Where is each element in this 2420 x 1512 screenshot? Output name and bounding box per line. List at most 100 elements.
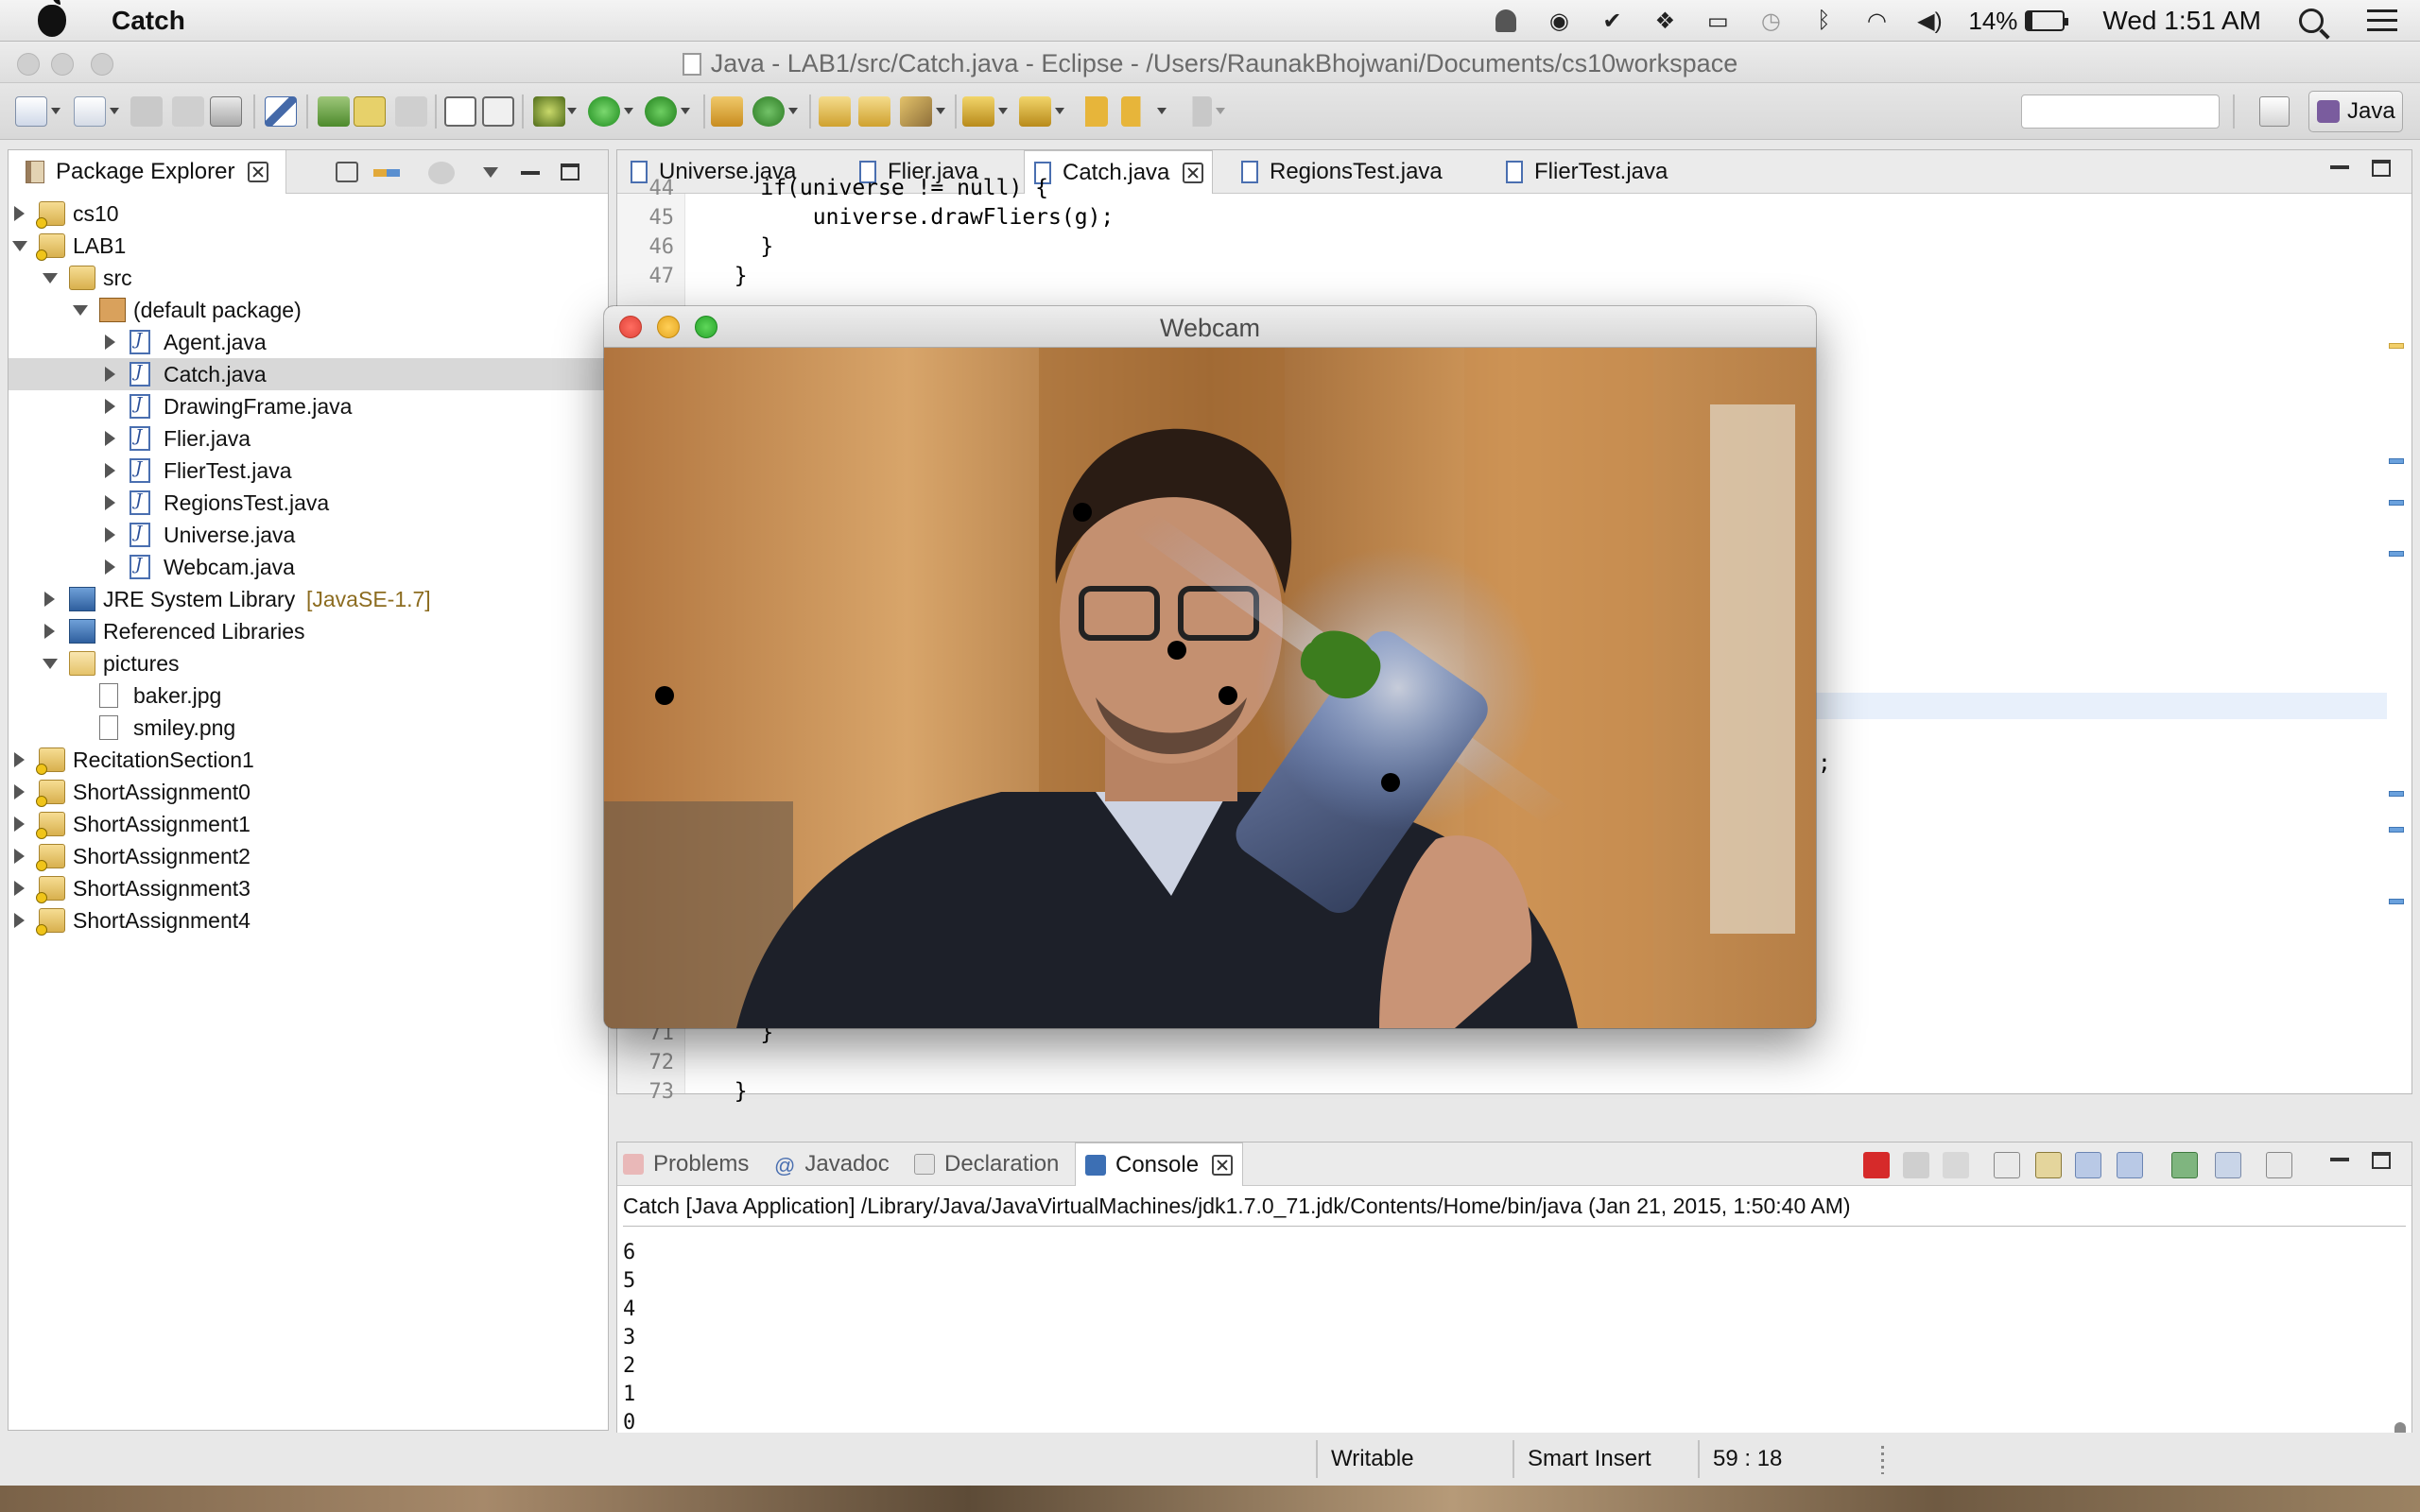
spotlight-icon[interactable]: [2299, 9, 2324, 33]
expand-arrow-icon[interactable]: [105, 335, 115, 350]
tree-item-fliertest-java[interactable]: FlierTest.java: [9, 455, 608, 487]
last-edit-location-icon[interactable]: [1076, 96, 1108, 127]
show-console-stdout-icon[interactable]: [2075, 1152, 2101, 1178]
maximize-console-icon[interactable]: [2372, 1152, 2391, 1169]
focus-task-icon[interactable]: [428, 162, 455, 184]
webcam-titlebar[interactable]: Webcam: [604, 306, 1816, 348]
tab-javadoc[interactable]: @ Javadoc: [774, 1143, 890, 1186]
open-perspective-icon[interactable]: [2259, 96, 2290, 127]
java-perspective-button[interactable]: Java: [2308, 91, 2403, 132]
expand-arrow-icon[interactable]: [105, 559, 115, 575]
show-whitespace-icon[interactable]: [444, 96, 476, 127]
tree-item-baker-jpg[interactable]: baker.jpg: [9, 679, 608, 712]
overview-marker[interactable]: [2389, 827, 2404, 833]
previous-edit-icon[interactable]: [1019, 96, 1051, 127]
tree-item-shortassignment3[interactable]: ShortAssignment3: [9, 872, 608, 904]
tree-item-lab1[interactable]: LAB1: [9, 230, 608, 262]
display-console-icon[interactable]: [2215, 1152, 2241, 1178]
new-class-dropdown-icon[interactable]: [788, 108, 798, 114]
battery-icon[interactable]: [2025, 10, 2069, 31]
tree-item-drawingframe-java[interactable]: DrawingFrame.java: [9, 390, 608, 422]
tree-item-webcam-java[interactable]: Webcam.java: [9, 551, 608, 583]
user-icon[interactable]: ◉: [1545, 7, 1573, 35]
code-line[interactable]: }: [708, 264, 748, 288]
expand-arrow-icon[interactable]: [14, 752, 25, 767]
expand-arrow-icon[interactable]: [44, 624, 55, 639]
apple-icon[interactable]: [38, 0, 66, 37]
tree-item-universe-java[interactable]: Universe.java: [9, 519, 608, 551]
view-menu-icon[interactable]: [483, 167, 498, 178]
close-console-icon[interactable]: [1212, 1154, 1234, 1176]
overview-marker[interactable]: [2389, 899, 2404, 904]
collapse-all-icon[interactable]: [336, 162, 358, 182]
tree-item-cs10[interactable]: cs10: [9, 198, 608, 230]
collapse-arrow-icon[interactable]: [43, 659, 58, 669]
expand-arrow-icon[interactable]: [14, 816, 25, 832]
show-console-stderr-icon[interactable]: [2117, 1152, 2143, 1178]
time-machine-icon[interactable]: ◷: [1756, 7, 1785, 35]
dropbox-icon[interactable]: ❖: [1651, 7, 1679, 35]
tree-item-shortassignment4[interactable]: ShortAssignment4: [9, 904, 608, 936]
check-icon[interactable]: ✔: [1598, 7, 1626, 35]
tree-item-catch-java[interactable]: Catch.java: [9, 358, 608, 390]
scroll-lock-icon[interactable]: [2035, 1152, 2062, 1178]
maximize-editor-icon[interactable]: [2372, 160, 2391, 177]
search-tool-icon[interactable]: [900, 96, 932, 127]
close-tab-icon[interactable]: [1183, 162, 1204, 183]
expand-arrow-icon[interactable]: [14, 849, 25, 864]
new-java-project-icon[interactable]: [711, 96, 743, 127]
overview-marker[interactable]: [2389, 551, 2404, 557]
tab-package-explorer[interactable]: Package Explorer: [9, 150, 287, 194]
overview-warning-marker[interactable]: [2389, 343, 2404, 349]
debug-dropdown-icon[interactable]: [567, 108, 577, 114]
tab-regionstest-java[interactable]: RegionsTest.java: [1232, 150, 1496, 194]
wifi-icon[interactable]: ◠: [1862, 7, 1891, 35]
clear-console-icon[interactable]: [1994, 1152, 2020, 1178]
new-dropdown-icon[interactable]: [51, 108, 60, 114]
collapse-arrow-icon[interactable]: [12, 241, 27, 251]
tree-item-recitationsection1[interactable]: RecitationSection1: [9, 744, 608, 776]
tab-problems[interactable]: Problems: [623, 1143, 749, 1186]
next-edit-icon[interactable]: [962, 96, 994, 127]
new-icon[interactable]: [15, 96, 47, 127]
forward-dropdown-icon[interactable]: [1216, 108, 1225, 114]
tree-item-agent-java[interactable]: Agent.java: [9, 326, 608, 358]
minimize-editor-icon[interactable]: [2330, 165, 2349, 169]
expand-arrow-icon[interactable]: [105, 527, 115, 542]
tree-item-smiley-png[interactable]: smiley.png: [9, 712, 608, 744]
tab-fliertest-java[interactable]: FlierTest.java: [1496, 150, 1761, 194]
code-line[interactable]: }: [708, 1079, 748, 1104]
code-line[interactable]: }: [708, 234, 773, 259]
open-folder-icon[interactable]: [858, 96, 890, 127]
tree-item-regionstest-java[interactable]: RegionsTest.java: [9, 487, 608, 519]
overview-marker[interactable]: [2389, 458, 2404, 464]
tree-item-jre-system-library[interactable]: JRE System Library [JavaSE-1.7]: [9, 583, 608, 615]
debug-as-icon[interactable]: [533, 96, 565, 127]
tree-item-shortassignment1[interactable]: ShortAssignment1: [9, 808, 608, 840]
open-type-icon[interactable]: [819, 96, 851, 127]
expand-arrow-icon[interactable]: [14, 881, 25, 896]
overview-marker[interactable]: [2389, 791, 2404, 797]
save-all-icon[interactable]: [172, 96, 204, 127]
previous-edit-dropdown-icon[interactable]: [1055, 108, 1064, 114]
volume-icon[interactable]: ◀): [1915, 7, 1944, 35]
expand-arrow-icon[interactable]: [105, 463, 115, 478]
remove-launch-icon[interactable]: [1903, 1152, 1929, 1178]
run-external-tools-icon[interactable]: [645, 96, 677, 127]
overview-marker[interactable]: [2389, 500, 2404, 506]
open-console-icon[interactable]: [2266, 1152, 2292, 1178]
debug-icon[interactable]: [318, 96, 350, 127]
back-icon[interactable]: [1121, 96, 1153, 127]
menubar-clock[interactable]: Wed 1:51 AM: [2102, 6, 2261, 36]
code-line[interactable]: universe.drawFliers(g);: [708, 205, 1115, 230]
terminate-icon[interactable]: [1863, 1152, 1890, 1178]
new-project-icon[interactable]: [74, 96, 106, 127]
tree-item-default-package[interactable]: (default package): [9, 294, 608, 326]
search-dropdown-icon[interactable]: [936, 108, 945, 114]
print-icon[interactable]: [210, 96, 242, 127]
expand-arrow-icon[interactable]: [14, 206, 25, 221]
tree-item-src[interactable]: src: [9, 262, 608, 294]
quick-access-input[interactable]: [2021, 94, 2220, 129]
app-menu-name[interactable]: Catch: [112, 6, 185, 36]
new-java-class-icon[interactable]: [752, 96, 785, 127]
